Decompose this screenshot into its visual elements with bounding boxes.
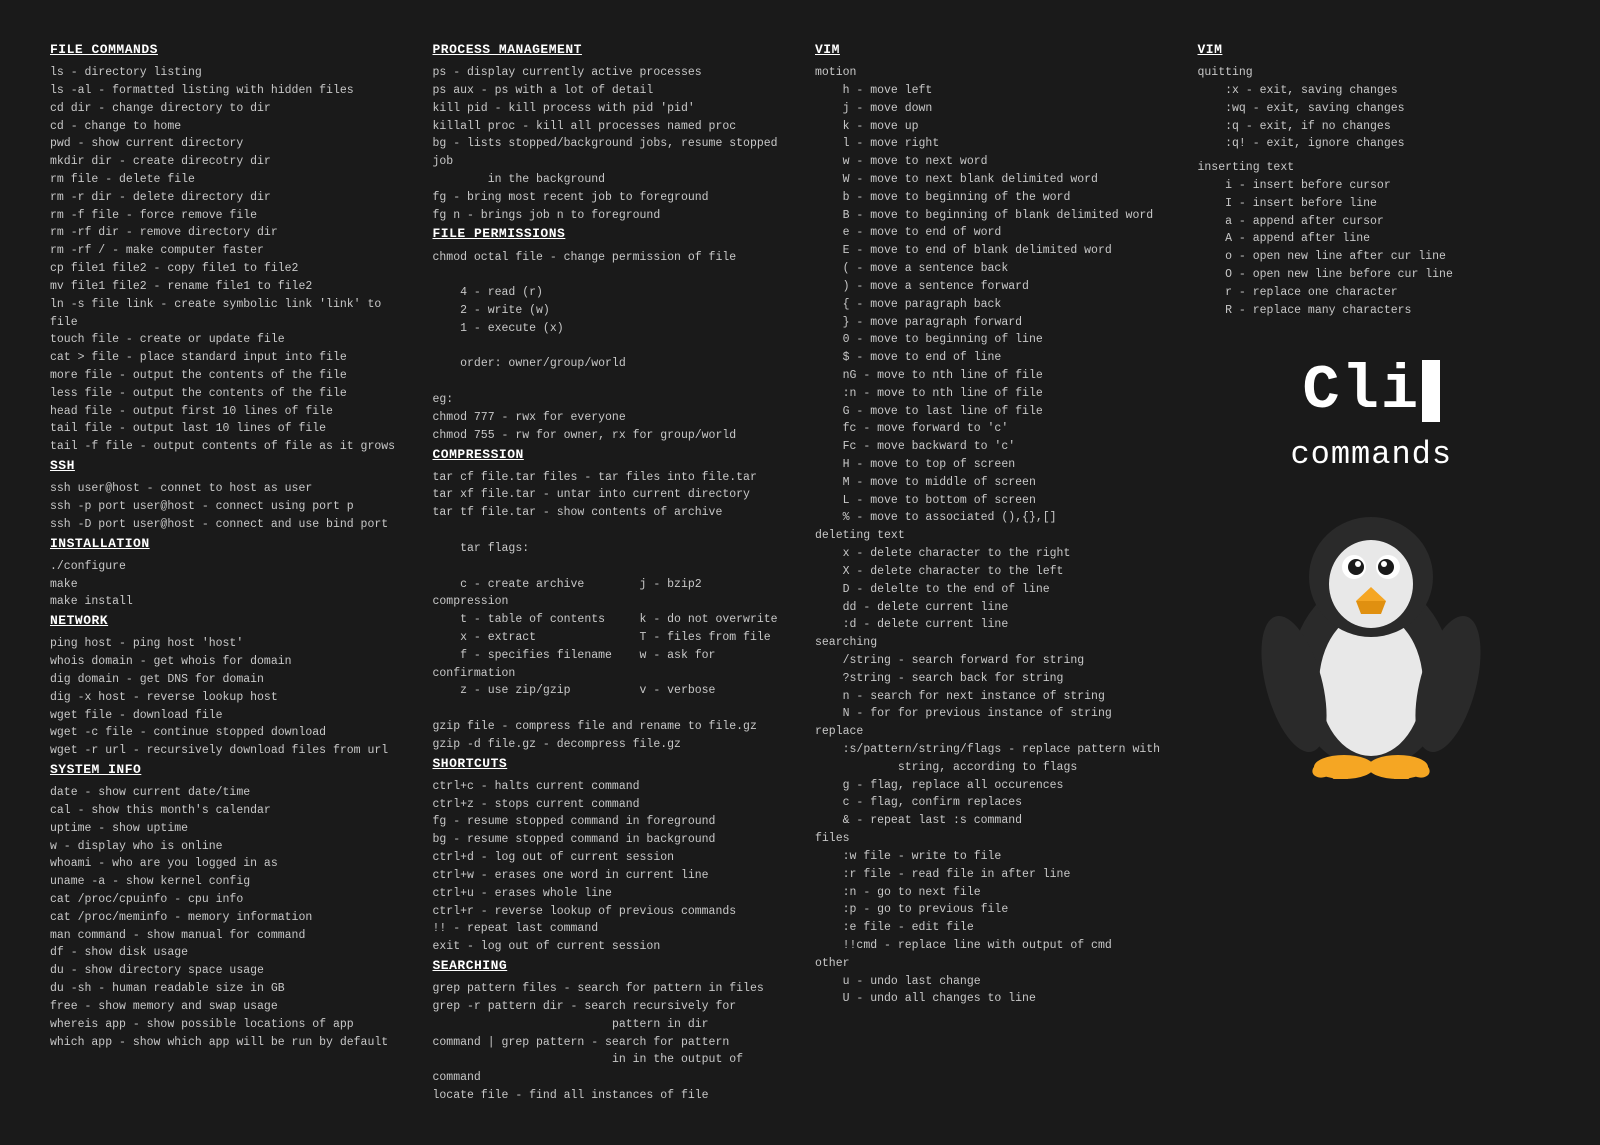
system-info-section: SYSTEM INFO date - show current date/tim… bbox=[50, 760, 398, 1051]
system-info-title: SYSTEM INFO bbox=[50, 760, 398, 780]
network-section: NETWORK ping host - ping host 'host' who… bbox=[50, 611, 398, 760]
network-content: ping host - ping host 'host' whois domai… bbox=[50, 635, 398, 760]
vim-quitting-content: quitting :x - exit, saving changes :wq -… bbox=[1198, 64, 1546, 153]
vim-motion-content: motion h - move left j - move down k - m… bbox=[815, 64, 1163, 527]
shortcuts-content: ctrl+c - halts current command ctrl+z - … bbox=[433, 778, 781, 956]
vim-quitting-section: VIM quitting :x - exit, saving changes :… bbox=[1198, 40, 1546, 320]
penguin-image bbox=[1246, 499, 1496, 779]
ssh-section: SSH ssh user@host - connet to host as us… bbox=[50, 456, 398, 534]
vim-deleting-section: deleting text x - delete character to th… bbox=[815, 527, 1163, 1008]
column-2: PROCESS MANAGEMENT ps - display currentl… bbox=[433, 40, 786, 1105]
vim-motion-section: VIM motion h - move left j - move down k… bbox=[815, 40, 1163, 527]
file-permissions-content: chmod octal file - change permission of … bbox=[433, 249, 781, 445]
network-title: NETWORK bbox=[50, 611, 398, 631]
shortcuts-title: SHORTCUTS bbox=[433, 754, 781, 774]
compression-section: COMPRESSION tar cf file.tar files - tar … bbox=[433, 445, 781, 754]
file-commands-content: ls - directory listing ls -al - formatte… bbox=[50, 64, 398, 456]
column-1: FILE COMMANDS ls - directory listing ls … bbox=[50, 40, 403, 1105]
cli-logo: Cli bbox=[1302, 360, 1440, 422]
searching-section: SEARCHING grep pattern files - search fo… bbox=[433, 956, 781, 1105]
tux-svg bbox=[1246, 499, 1496, 779]
file-permissions-title: FILE PERMISSIONS bbox=[433, 224, 781, 244]
compression-title: COMPRESSION bbox=[433, 445, 781, 465]
column-3: VIM motion h - move left j - move down k… bbox=[815, 40, 1168, 1105]
installation-title: INSTALLATION bbox=[50, 534, 398, 554]
file-permissions-section: FILE PERMISSIONS chmod octal file - chan… bbox=[433, 224, 781, 444]
cli-c: Cl bbox=[1302, 360, 1380, 422]
cli-text-label: Cli bbox=[1302, 360, 1440, 422]
process-management-content: ps - display currently active processes … bbox=[433, 64, 781, 224]
cli-i: i bbox=[1381, 360, 1420, 422]
vim-col4-title: VIM bbox=[1198, 40, 1546, 60]
page-layout: FILE COMMANDS ls - directory listing ls … bbox=[50, 40, 1550, 1105]
ssh-content: ssh user@host - connet to host as user s… bbox=[50, 480, 398, 533]
cli-cursor-block bbox=[1422, 360, 1440, 422]
ssh-title: SSH bbox=[50, 456, 398, 476]
installation-section: INSTALLATION ./configure make make insta… bbox=[50, 534, 398, 612]
vim-inserting-content: inserting text i - insert before cursor … bbox=[1198, 159, 1546, 319]
searching-title: SEARCHING bbox=[433, 956, 781, 976]
cli-commands-label: commands bbox=[1290, 430, 1452, 480]
vim-deleting-label: deleting text x - delete character to th… bbox=[815, 527, 1163, 1008]
file-commands-section: FILE COMMANDS ls - directory listing ls … bbox=[50, 40, 398, 456]
system-info-content: date - show current date/time cal - show… bbox=[50, 784, 398, 1051]
compression-content: tar cf file.tar files - tar files into f… bbox=[433, 469, 781, 754]
process-management-section: PROCESS MANAGEMENT ps - display currentl… bbox=[433, 40, 781, 224]
column-4: VIM quitting :x - exit, saving changes :… bbox=[1198, 40, 1551, 1105]
process-management-title: PROCESS MANAGEMENT bbox=[433, 40, 781, 60]
cli-logo-area: Cli commands bbox=[1198, 330, 1546, 780]
searching-content: grep pattern files - search for pattern … bbox=[433, 980, 781, 1105]
vim-title: VIM bbox=[815, 40, 1163, 60]
installation-content: ./configure make make install bbox=[50, 558, 398, 611]
shortcuts-section: SHORTCUTS ctrl+c - halts current command… bbox=[433, 754, 781, 956]
file-commands-title: FILE COMMANDS bbox=[50, 40, 398, 60]
